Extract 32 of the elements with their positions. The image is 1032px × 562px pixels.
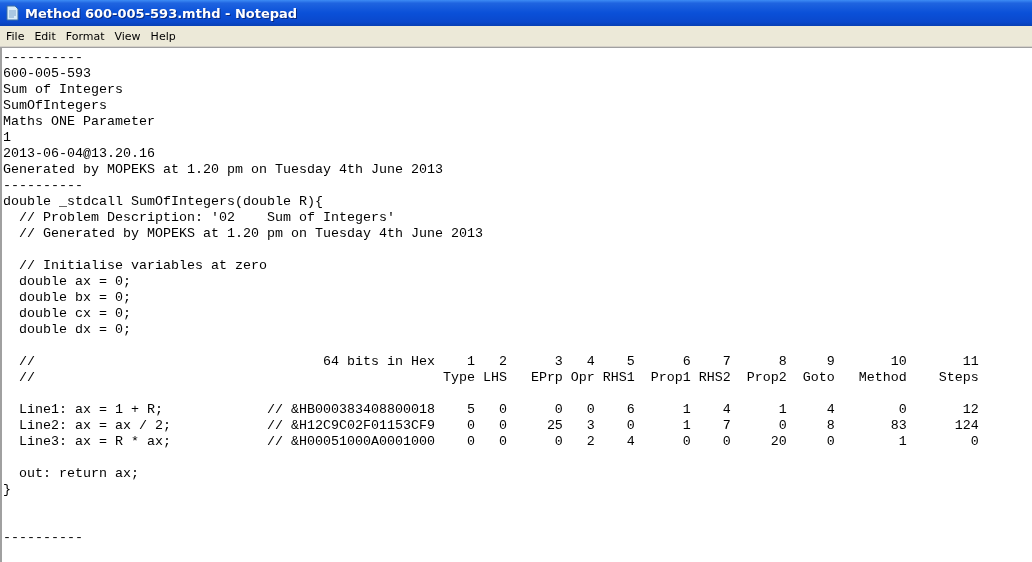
code-line: // Type LHS EPrp Opr RHS1 Prop1 RHS2 Prop2 Goto Method Steps xyxy=(18,370,979,385)
code-line: ---------- xyxy=(3,530,83,545)
window-title: Method 600-005-593.mthd - Notepad xyxy=(25,5,298,21)
menu-item[interactable]: Edit xyxy=(29,29,61,43)
code-line: SumOfIntegers xyxy=(3,98,107,113)
code-line: } xyxy=(3,482,11,497)
menu-item[interactable]: Help xyxy=(145,29,181,43)
code-line: double dx = 0; xyxy=(18,322,131,337)
code-line: // Generated by MOPEKS at 1.20 pm on Tuesday 4th June 2013 xyxy=(18,226,483,241)
code-line: ---------- xyxy=(3,178,83,193)
code-line: Generated by MOPEKS at 1.20 pm on Tuesday 4th June 2013 xyxy=(3,162,443,177)
code-line: ---------- xyxy=(3,50,83,65)
code-line: out: return ax; xyxy=(18,466,139,481)
notepad-icon xyxy=(4,5,20,21)
code-line: // 64 bits in Hex 1 2 3 4 5 6 7 8 9 10 11 xyxy=(18,354,979,369)
code-line: Line1: ax = 1 + R; // &HB000383408800018 5 0 0 0 6 1 4 1 4 0 12 xyxy=(18,402,979,417)
code-line: // Problem Description: '02 Sum of Integers' xyxy=(18,210,395,225)
code-line: double cx = 0; xyxy=(18,306,131,321)
code-line: 600-005-593 xyxy=(3,66,91,81)
code-line: // Initialise variables at zero xyxy=(18,258,267,273)
code-line: 2013-06-04@13.20.16 xyxy=(3,146,155,161)
code-line: Line3: ax = R * ax; // &H00051000A0001000 0 0 0 2 4 0 0 20 0 1 0 xyxy=(18,434,979,449)
code-line: double _stdcall SumOfIntegers(double R){ xyxy=(3,194,323,209)
menu-item[interactable]: File xyxy=(1,29,30,43)
code-line: double bx = 0; xyxy=(18,290,131,305)
code-line: double ax = 0; xyxy=(18,274,131,289)
code-line: Maths ONE Parameter xyxy=(3,114,155,129)
code-line: Sum of Integers xyxy=(3,82,123,97)
menu-item[interactable]: Format xyxy=(60,29,110,43)
code-line: Line2: ax = ax / 2; // &H12C9C02F01153CF9 0 0 25 3 0 1 7 0 8 83 124 xyxy=(18,418,979,433)
code-line: 1 xyxy=(3,130,11,145)
menu-item[interactable]: View xyxy=(109,29,146,43)
